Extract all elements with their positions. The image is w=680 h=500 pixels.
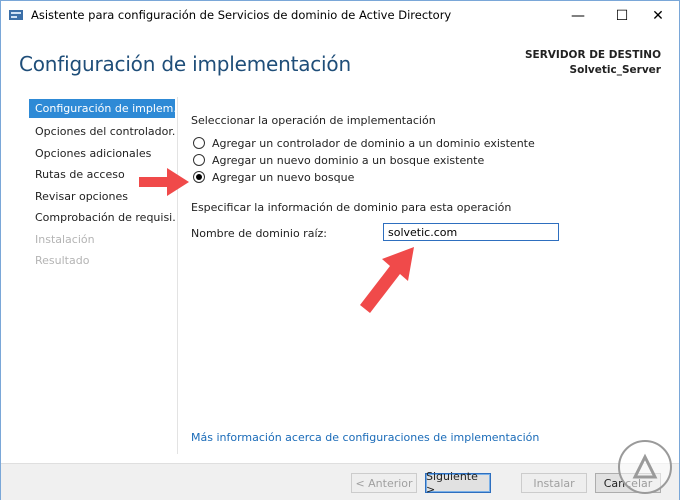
next-button-label: Siguiente > — [426, 470, 478, 496]
sidebar-item-label: Opciones del controlador... — [35, 125, 175, 138]
back-button-label: < Anterior — [355, 476, 413, 490]
sidebar-item-additional-options[interactable]: Opciones adicionales — [29, 144, 175, 163]
sidebar-item-label: Comprobación de requisi... — [35, 211, 175, 224]
sidebar-item-label: Opciones adicionales — [35, 147, 152, 160]
window-title: Asistente para configuración de Servicio… — [31, 8, 452, 22]
close-button[interactable]: ✕ — [635, 1, 680, 30]
target-server-label: SERVIDOR DE DESTINO — [524, 49, 661, 61]
radio-button-selected[interactable] — [193, 171, 205, 183]
minimize-icon: — — [571, 7, 585, 24]
root-domain-label: Nombre de dominio raíz: — [191, 227, 327, 240]
maximize-icon: ☐ — [615, 7, 629, 24]
annotation-arrow-right-icon — [139, 168, 189, 196]
option-label: Agregar un controlador de dominio a un d… — [212, 136, 535, 150]
sidebar-divider — [177, 97, 178, 454]
option-add-new-forest[interactable]: Agregar un nuevo bosque — [193, 169, 354, 185]
sidebar-item-result: Resultado — [29, 251, 175, 270]
annotation-arrow-up-icon — [360, 247, 414, 313]
more-info-link[interactable]: Más información acerca de configuracione… — [191, 431, 539, 444]
close-icon: ✕ — [652, 7, 664, 24]
install-button-label: Instalar — [533, 476, 575, 490]
title-bar[interactable]: Asistente para configuración de Servicio… — [1, 1, 679, 30]
option-add-dc-existing-domain[interactable]: Agregar un controlador de dominio a un d… — [193, 135, 535, 151]
minimize-button[interactable]: — — [555, 1, 601, 30]
next-button[interactable]: Siguiente > — [425, 470, 491, 496]
option-label: Agregar un nuevo dominio a un bosque exi… — [212, 153, 485, 167]
watermark-logo-icon — [618, 440, 672, 494]
operation-heading: Seleccionar la operación de implementaci… — [191, 114, 436, 127]
wizard-footer: < Anterior Siguiente > Instalar Cancelar — [1, 463, 679, 500]
sidebar-item-label: Rutas de acceso — [35, 168, 125, 181]
option-label: Agregar un nuevo bosque — [212, 170, 355, 184]
sidebar-item-label: Instalación — [35, 233, 95, 246]
install-button: Instalar — [521, 473, 587, 493]
option-add-domain-existing-forest[interactable]: Agregar un nuevo dominio a un bosque exi… — [193, 152, 484, 168]
sidebar-item-label: Resultado — [35, 254, 90, 267]
wizard-window: Asistente para configuración de Servicio… — [0, 0, 680, 500]
target-server: SERVIDOR DE DESTINO Solvetic_Server — [525, 48, 661, 78]
sidebar-item-deployment-config[interactable]: Configuración de implem... — [29, 99, 175, 118]
page-title: Configuración de implementación — [19, 52, 351, 76]
server-manager-icon — [9, 10, 23, 20]
back-button: < Anterior — [351, 473, 417, 493]
sidebar-item-dc-options[interactable]: Opciones del controlador... — [29, 122, 175, 141]
sidebar-item-installation: Instalación — [29, 230, 175, 249]
radio-button[interactable] — [193, 154, 205, 166]
root-domain-input[interactable] — [383, 223, 559, 241]
target-server-name: Solvetic_Server — [569, 64, 661, 76]
sidebar-item-prereq-check[interactable]: Comprobación de requisi... — [29, 208, 175, 227]
wizard-header: Configuración de implementación SERVIDOR… — [1, 30, 679, 92]
domain-info-heading: Especificar la información de dominio pa… — [191, 201, 512, 214]
sidebar-item-label: Revisar opciones — [35, 190, 128, 203]
sidebar-item-label: Configuración de implem... — [35, 102, 175, 115]
radio-button[interactable] — [193, 137, 205, 149]
